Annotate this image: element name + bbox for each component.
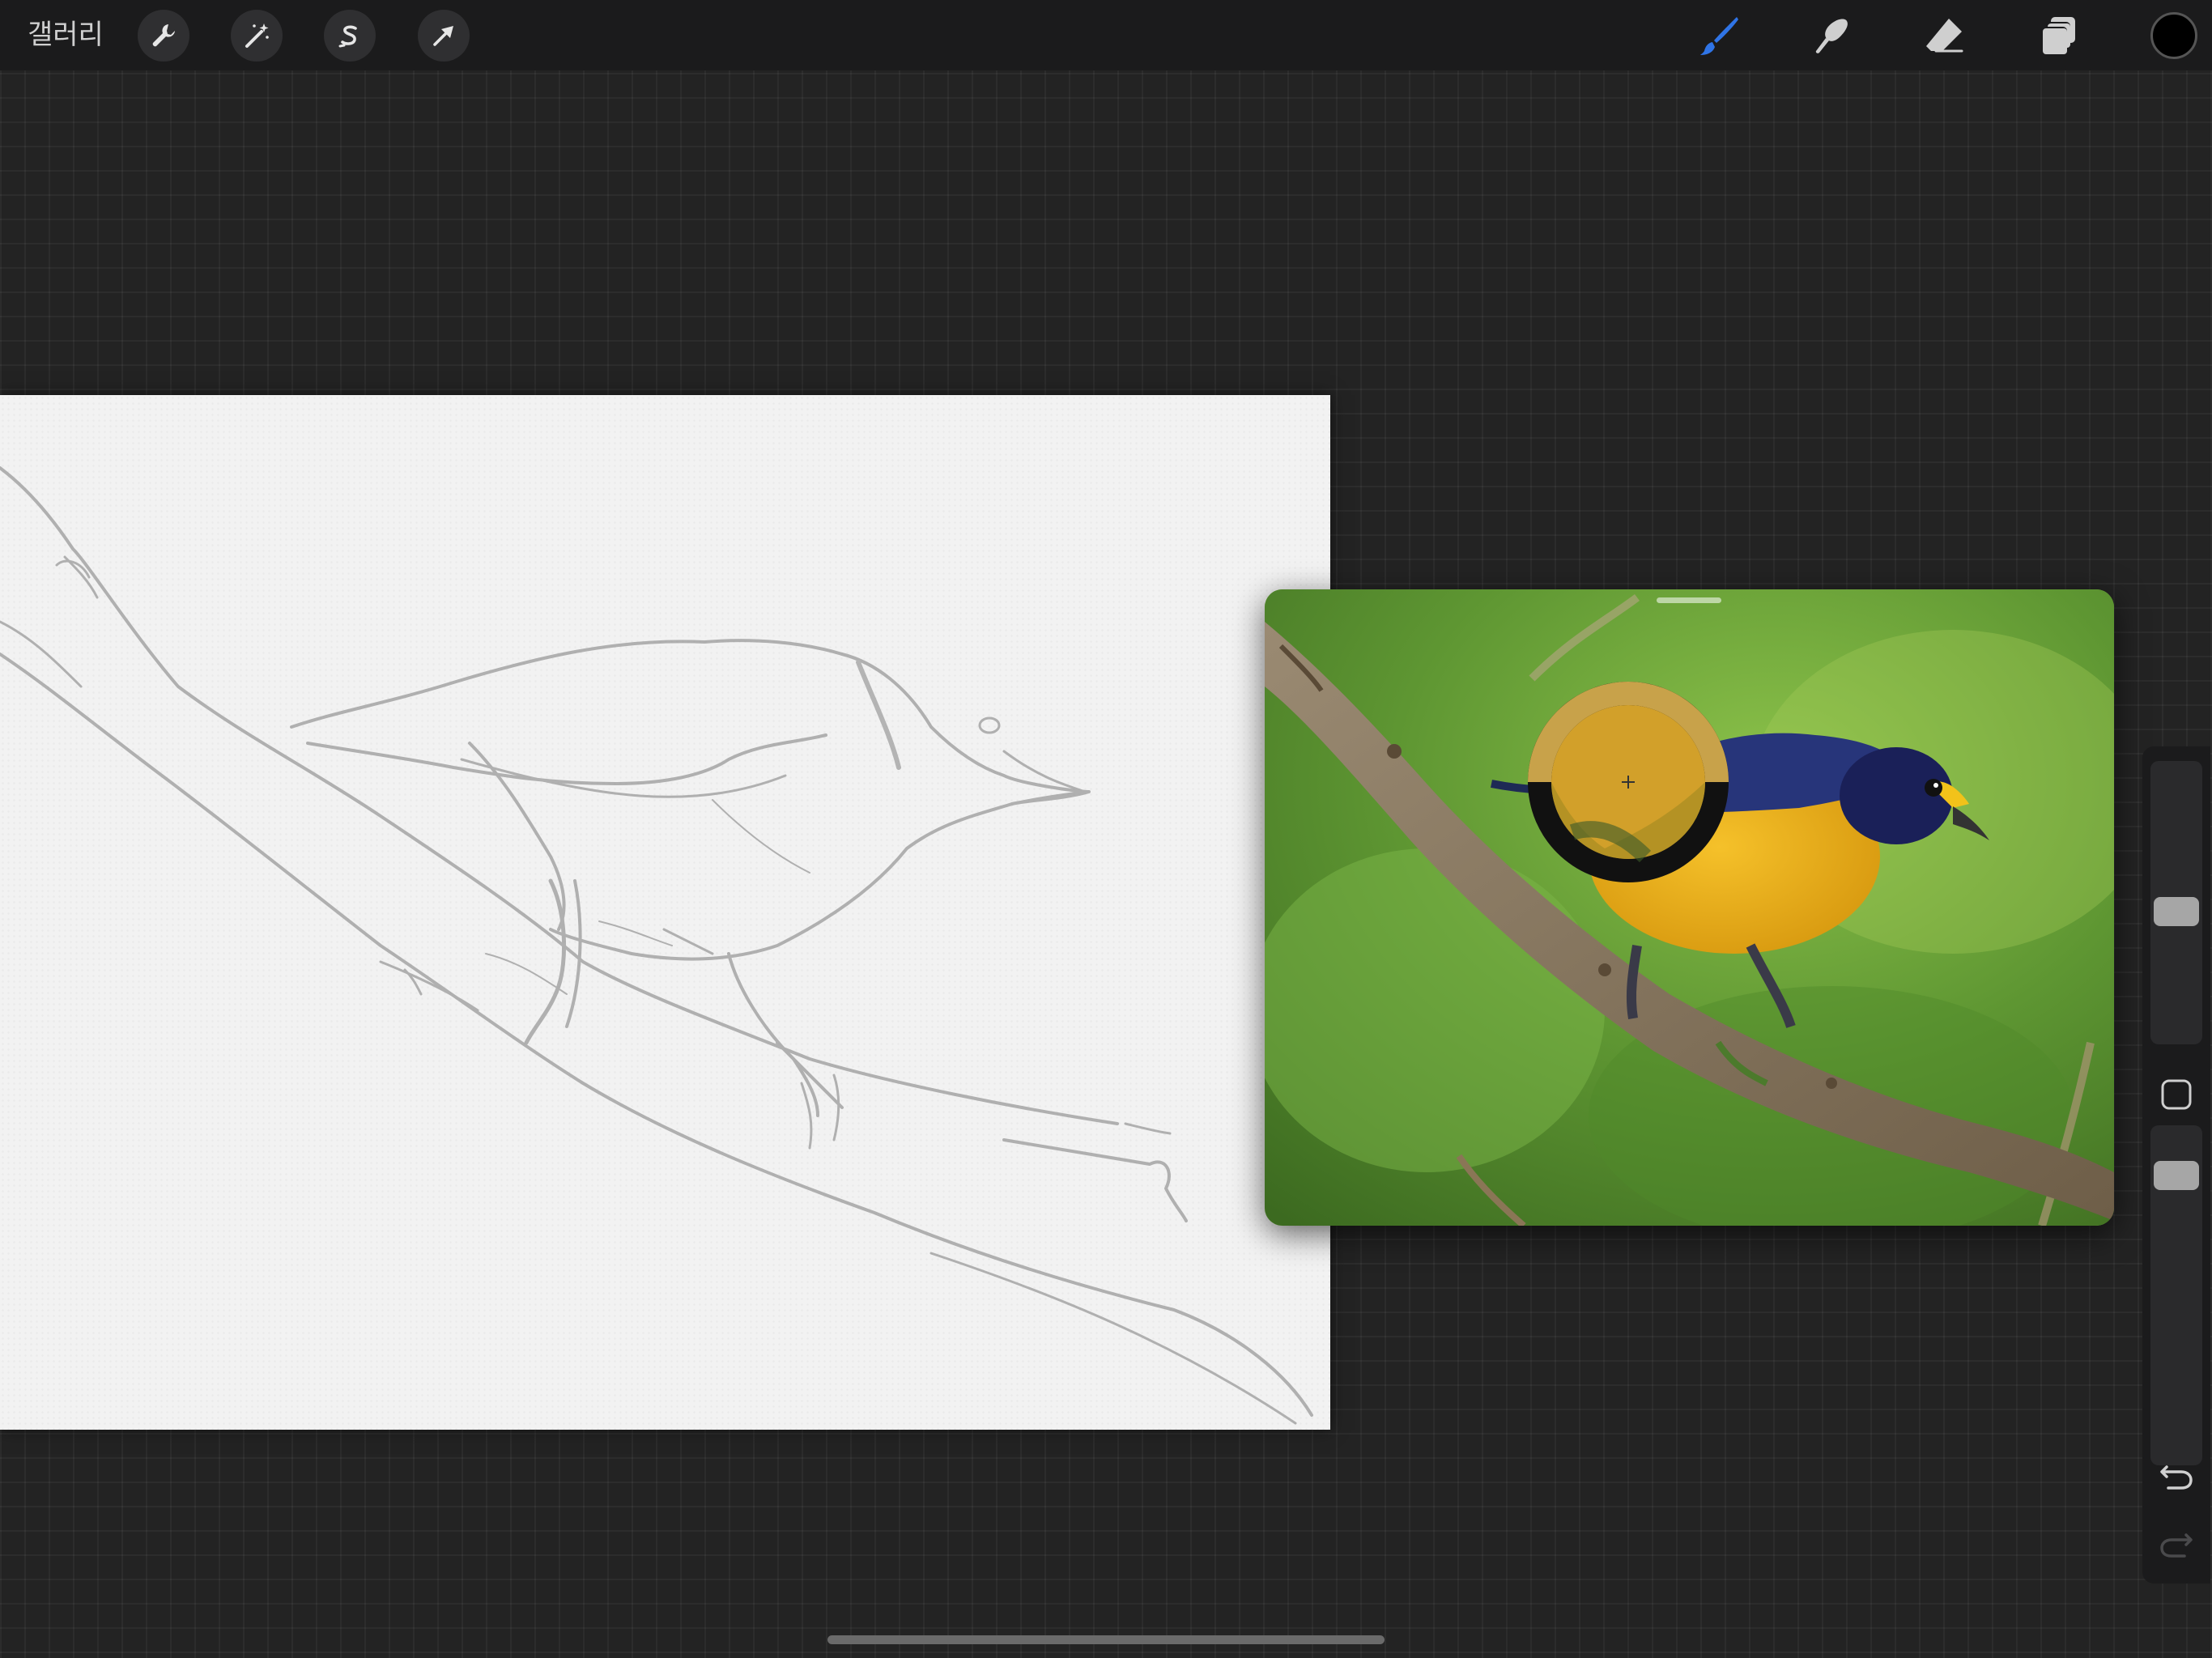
undo-icon[interactable] xyxy=(2157,1456,2196,1494)
brush-tool[interactable] xyxy=(1695,11,1744,60)
layers-icon xyxy=(2041,17,2075,54)
layers-tool[interactable] xyxy=(2034,11,2082,60)
transform-button[interactable] xyxy=(418,10,470,62)
brush-size-slider[interactable] xyxy=(2150,761,2202,1044)
opacity-thumb[interactable] xyxy=(2154,1161,2199,1190)
smudge-icon xyxy=(1815,19,1848,53)
eraser-icon xyxy=(1926,19,1963,53)
selection-s-icon xyxy=(338,25,357,48)
reference-drag-handle[interactable] xyxy=(1657,597,1721,603)
arrow-cursor-icon xyxy=(433,26,453,46)
side-toolbar xyxy=(2142,746,2210,1584)
actions-button[interactable] xyxy=(138,10,189,62)
drawing-canvas[interactable] xyxy=(0,395,1330,1430)
brush-icon xyxy=(1700,17,1738,55)
current-color-swatch[interactable] xyxy=(2150,12,2197,59)
brush-size-thumb[interactable] xyxy=(2154,897,2199,926)
pencil-sketch xyxy=(0,466,1313,1425)
selection-button[interactable] xyxy=(324,10,376,62)
home-indicator[interactable] xyxy=(827,1635,1385,1644)
opacity-slider[interactable] xyxy=(2150,1125,2202,1465)
top-toolbar: 갤러리 xyxy=(0,0,2212,70)
modify-square-icon[interactable] xyxy=(2160,1078,2193,1111)
wrench-icon xyxy=(152,24,175,47)
adjustments-button[interactable] xyxy=(231,10,283,62)
magic-wand-icon xyxy=(245,23,269,48)
redo-icon[interactable] xyxy=(2157,1524,2196,1562)
reference-photo xyxy=(1265,589,2114,1226)
eraser-tool[interactable] xyxy=(1921,11,1969,60)
smudge-tool[interactable] xyxy=(1807,11,1856,60)
reference-window[interactable] xyxy=(1265,589,2114,1226)
gallery-button[interactable]: 갤러리 xyxy=(28,15,104,55)
